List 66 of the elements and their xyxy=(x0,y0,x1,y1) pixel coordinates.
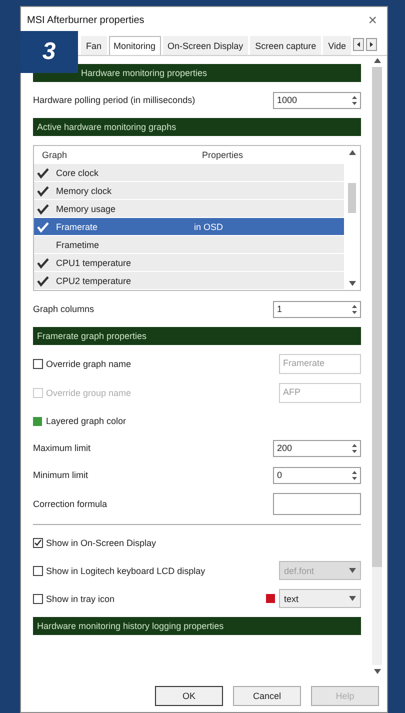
checkbox[interactable] xyxy=(33,538,43,548)
checkbox[interactable] xyxy=(33,594,43,604)
dialog-button[interactable]: OK xyxy=(155,686,223,706)
field-label: Maximum limit xyxy=(33,443,90,453)
graph-row[interactable]: Frametime xyxy=(34,236,344,254)
caret-down-icon[interactable] xyxy=(348,281,356,286)
spin-field[interactable]: 0 xyxy=(273,466,361,484)
color-swatch[interactable] xyxy=(33,416,42,426)
field-label: Layered graph color xyxy=(46,416,126,426)
tab[interactable]: Monitoring xyxy=(108,36,161,55)
tab[interactable]: On-Screen Display xyxy=(162,36,248,55)
field-label: Override graph name xyxy=(46,359,132,369)
window-title: MSI Afterburner properties xyxy=(27,14,144,26)
scroll-thumb[interactable] xyxy=(348,183,356,213)
list-scrollbar[interactable] xyxy=(346,150,358,286)
tab[interactable]: Fan xyxy=(81,36,107,55)
graph-row[interactable]: Memory usage xyxy=(34,200,344,218)
field-label: Graph columns xyxy=(33,304,94,314)
field-label: Correction formula xyxy=(33,499,108,509)
checkbox[interactable] xyxy=(33,359,43,369)
close-button[interactable]: × xyxy=(368,12,377,28)
spin-buttons-icon[interactable] xyxy=(350,302,359,316)
check-icon[interactable] xyxy=(36,184,50,196)
field-label: Override group name xyxy=(46,388,132,398)
section-heading: Hardware monitoring properties xyxy=(33,64,361,82)
section-heading: Active hardware monitoring graphs xyxy=(33,118,361,136)
color-swatch[interactable] xyxy=(266,594,275,603)
section-heading: Framerate graph properties xyxy=(33,327,361,345)
number-badge: 3 xyxy=(20,31,78,73)
check-icon[interactable] xyxy=(36,274,50,286)
input-field[interactable] xyxy=(273,493,361,515)
spin-buttons-icon[interactable] xyxy=(350,94,359,106)
spin-field[interactable]: 1000 xyxy=(273,92,361,108)
caret-down-icon[interactable] xyxy=(374,669,380,674)
scroll-up-icon[interactable] xyxy=(374,58,380,63)
spin-field[interactable]: 200 xyxy=(273,440,361,456)
field-label: Minimum limit xyxy=(33,470,88,480)
scroll-up-icon[interactable] xyxy=(348,150,356,155)
checkbox-label: Show in tray icon xyxy=(46,594,115,604)
scroll-thumb[interactable] xyxy=(372,67,382,567)
checkbox-label: Show in On-Screen Display xyxy=(46,538,156,548)
check-icon[interactable] xyxy=(36,256,50,268)
dialog-button[interactable]: Cancel xyxy=(233,686,301,706)
tab[interactable]: Vide xyxy=(323,36,351,55)
section-heading: Hardware monitoring history logging properties xyxy=(33,617,361,635)
graph-row[interactable]: CPU2 temperature xyxy=(34,272,344,290)
checkbox[interactable] xyxy=(33,566,43,576)
spin-buttons-icon[interactable] xyxy=(350,468,359,482)
field-label: Hardware polling period (in milliseconds) xyxy=(33,95,196,105)
tab[interactable]: Screen capture xyxy=(250,36,322,55)
check-icon[interactable] xyxy=(36,202,50,214)
graph-row[interactable]: Framerate in OSD xyxy=(34,218,344,236)
tab-scroll-right-icon[interactable] xyxy=(366,38,377,51)
graph-row[interactable]: Memory clock xyxy=(34,182,344,200)
graph-row[interactable]: Core clock xyxy=(34,164,344,182)
tab-scroll-left-icon[interactable] xyxy=(352,38,364,51)
checkbox-label: Show in Logitech keyboard LCD display xyxy=(46,566,206,576)
caret-down-icon[interactable] xyxy=(349,596,356,601)
scroll-track[interactable] xyxy=(372,67,382,665)
column-header[interactable]: Graph xyxy=(34,150,202,160)
column-header[interactable]: Properties xyxy=(202,150,302,160)
spin-field[interactable]: 1 xyxy=(273,300,361,318)
check-icon[interactable] xyxy=(36,166,50,178)
graph-row[interactable]: CPU1 temperature xyxy=(34,254,344,272)
spin-buttons-icon[interactable] xyxy=(350,442,359,454)
dropdown[interactable]: text xyxy=(279,589,361,608)
